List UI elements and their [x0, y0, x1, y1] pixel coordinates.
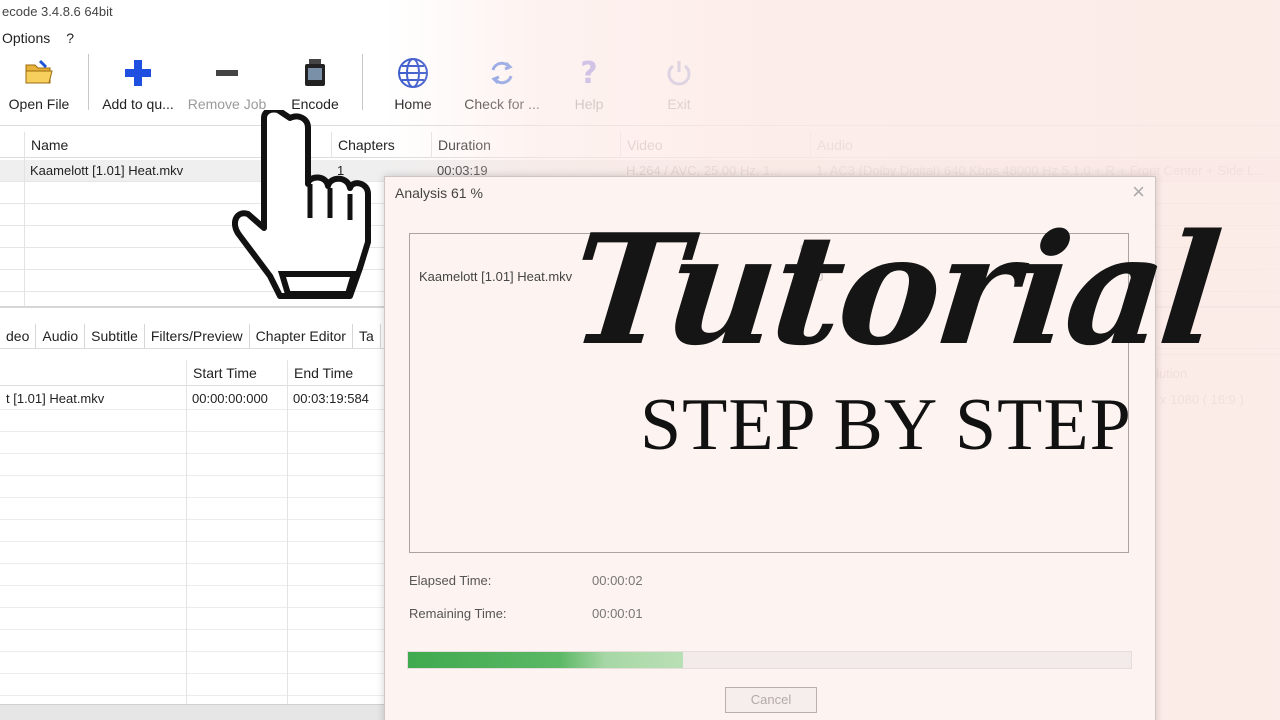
window-title: ecode 3.4.8.6 64bit — [2, 4, 113, 19]
column-audio[interactable]: Audio — [810, 132, 1280, 158]
remaining-time-label: Remaining Time: — [409, 606, 507, 621]
column-end-time[interactable]: End Time — [287, 360, 390, 386]
tab-tags[interactable]: Ta — [353, 324, 381, 348]
list-item — [0, 674, 390, 696]
column-duration[interactable]: Duration — [431, 132, 620, 158]
minus-icon — [210, 56, 244, 90]
tab-subtitle[interactable]: Subtitle — [85, 324, 145, 348]
chapter-end: 00:03:19:584 — [293, 391, 369, 406]
question-mark-icon: ? — [572, 56, 606, 90]
toolbar: Open File Add to qu... Remove Job Encode… — [0, 52, 1280, 126]
encode-button[interactable]: Encode — [284, 56, 346, 118]
list-item — [0, 498, 390, 520]
menu-options[interactable]: Options — [2, 26, 50, 50]
home-label: Home — [394, 96, 432, 112]
folder-icon — [22, 56, 56, 90]
add-to-queue-label: Add to qu... — [102, 96, 174, 112]
pointer-hand-icon — [232, 110, 371, 299]
settings-tabs: deo Audio Subtitle Filters/Preview Chapt… — [0, 324, 381, 348]
open-file-label: Open File — [8, 96, 70, 112]
column-start-time[interactable]: Start Time — [186, 360, 287, 386]
globe-icon — [396, 56, 430, 90]
cancel-button[interactable]: Cancel — [725, 687, 817, 713]
elapsed-time-label: Elapsed Time: — [409, 573, 492, 588]
file-grid-header: Name Chapters Duration Video Audio — [0, 132, 1280, 158]
analysis-file-name: Kaamelott [1.01] Heat.mkv — [419, 269, 573, 284]
list-item — [0, 630, 390, 652]
grid-divider — [287, 386, 288, 704]
help-label: Help — [574, 96, 604, 112]
svg-text:?: ? — [580, 57, 597, 89]
list-item — [0, 652, 390, 674]
list-item — [0, 542, 390, 564]
list-item — [0, 564, 390, 586]
list-item — [0, 520, 390, 542]
toolbar-separator — [362, 54, 363, 110]
list-item — [0, 608, 390, 630]
horizontal-scrollbar[interactable] — [0, 704, 384, 720]
menu-help[interactable]: ? — [66, 26, 74, 50]
column-video[interactable]: Video — [620, 132, 810, 158]
chapter-file: t [1.01] Heat.mkv — [6, 391, 105, 406]
list-item — [0, 476, 390, 498]
toolbar-separator — [88, 54, 89, 110]
remaining-time-value: 00:00:01 — [592, 606, 643, 621]
resolution-value: x 1080 ( 16:9 ) — [1160, 392, 1244, 407]
list-item[interactable]: t [1.01] Heat.mkv 00:00:00:000 00:03:19:… — [0, 388, 390, 410]
list-item — [0, 586, 390, 608]
chapter-grid-header: Start Time End Time — [0, 360, 390, 386]
tab-video[interactable]: deo — [0, 324, 37, 348]
power-icon — [662, 56, 696, 90]
add-to-queue-button[interactable]: Add to qu... — [96, 56, 180, 118]
remove-job-button[interactable]: Remove Job — [184, 56, 270, 118]
film-clapper-icon — [298, 56, 332, 90]
grid-divider — [186, 386, 187, 704]
elapsed-time-value: 00:00:02 — [592, 573, 643, 588]
list-item — [0, 454, 390, 476]
help-button[interactable]: ? Help — [564, 56, 614, 118]
progress-fill — [408, 652, 683, 668]
open-file-button[interactable]: Open File — [6, 56, 72, 118]
menu-bar: Options ? — [0, 26, 74, 50]
grid-divider — [24, 158, 25, 306]
dialog-title: Analysis 61 % — [395, 185, 483, 201]
tab-filters-preview[interactable]: Filters/Preview — [145, 324, 250, 348]
check-for-label: Check for ... — [464, 96, 540, 112]
analysis-progress-bar — [407, 651, 1132, 669]
check-for-updates-button[interactable]: Check for ... — [458, 56, 546, 118]
tutorial-title: Tutorial — [562, 200, 1225, 379]
exit-button[interactable]: Exit — [654, 56, 704, 118]
tab-chapter-editor[interactable]: Chapter Editor — [250, 324, 353, 348]
chapter-start: 00:00:00:000 — [192, 391, 268, 406]
home-button[interactable]: Home — [384, 56, 442, 118]
plus-icon — [121, 56, 155, 90]
tab-audio[interactable]: Audio — [36, 324, 86, 348]
list-item — [0, 432, 390, 454]
exit-label: Exit — [667, 96, 691, 112]
list-item — [0, 410, 390, 432]
refresh-icon — [485, 56, 519, 90]
tutorial-subtitle: STEP BY STEP — [640, 384, 1132, 466]
